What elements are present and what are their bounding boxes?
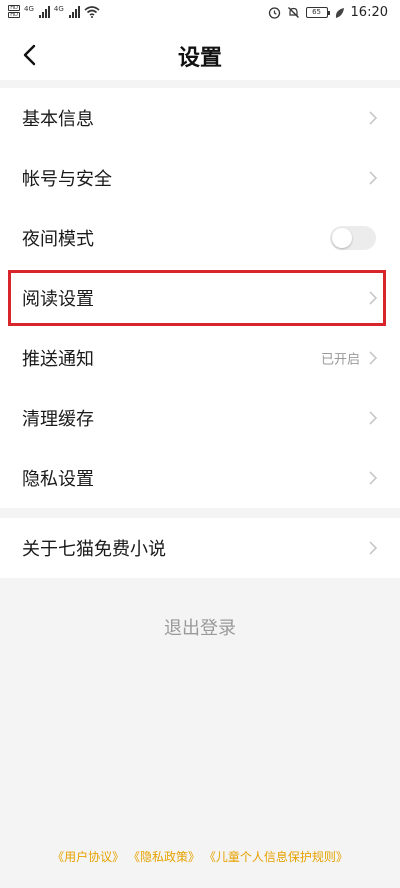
- chevron-right-icon: [369, 111, 378, 125]
- setting-push-notifications[interactable]: 推送通知 已开启: [0, 328, 400, 388]
- chevron-right-icon: [369, 351, 378, 365]
- signal1-label: 4G: [24, 5, 34, 13]
- setting-reading[interactable]: 阅读设置: [0, 268, 400, 328]
- nav-header: 设置: [0, 28, 400, 80]
- signal2-icon: [68, 5, 80, 18]
- chevron-right-icon: [369, 291, 378, 305]
- setting-label: 关于七猫免费小说: [22, 539, 166, 560]
- setting-about[interactable]: 关于七猫免费小说: [0, 518, 400, 578]
- child-privacy-link[interactable]: 《儿童个人信息保护规则》: [204, 850, 348, 864]
- status-time: 16:20: [350, 5, 388, 20]
- leaf-icon: [335, 7, 344, 18]
- setting-label: 推送通知: [22, 349, 94, 370]
- sim2-icon: HD: [8, 12, 20, 18]
- setting-label: 阅读设置: [22, 289, 94, 310]
- footer-links: 《用户协议》 《隐私政策》 《儿童个人信息保护规则》: [0, 848, 400, 865]
- chevron-right-icon: [369, 471, 378, 485]
- page-title: 设置: [177, 46, 222, 71]
- sim-indicators: HD HD: [8, 5, 20, 18]
- chevron-right-icon: [369, 411, 378, 425]
- status-left: HD HD 4G 4G: [8, 5, 100, 18]
- setting-clear-cache[interactable]: 清理缓存: [0, 388, 400, 448]
- setting-value: 已开启: [320, 352, 360, 368]
- settings-group-about: 关于七猫免费小说: [0, 518, 400, 578]
- status-right: 65 16:20: [268, 5, 388, 20]
- privacy-policy-link[interactable]: 《隐私政策》: [128, 850, 200, 864]
- setting-basic-info[interactable]: 基本信息: [0, 88, 400, 148]
- mute-icon: [287, 7, 299, 18]
- setting-account-security[interactable]: 帐号与安全: [0, 148, 400, 208]
- setting-privacy[interactable]: 隐私设置: [0, 448, 400, 508]
- alarm-icon: [268, 7, 280, 19]
- section-gap: [0, 80, 400, 88]
- signal1-icon: [38, 5, 50, 18]
- signal2-label: 4G: [53, 5, 64, 13]
- night-mode-toggle[interactable]: [330, 226, 376, 250]
- setting-night-mode: 夜间模式: [0, 208, 400, 268]
- wifi-icon: [84, 5, 100, 18]
- toggle-knob: [332, 228, 352, 248]
- chevron-right-icon: [369, 541, 378, 555]
- battery-icon: 65: [305, 7, 330, 18]
- setting-label: 帐号与安全: [22, 169, 112, 190]
- settings-group-main: 基本信息 帐号与安全 夜间模式 阅读设置 推送通知 已开启 清理缓存 隐私设置: [0, 88, 400, 508]
- setting-label: 基本信息: [22, 109, 94, 130]
- setting-label: 夜间模式: [22, 229, 94, 250]
- chevron-right-icon: [369, 171, 378, 185]
- user-agreement-link[interactable]: 《用户协议》: [52, 850, 124, 864]
- logout-button[interactable]: 退出登录: [0, 578, 400, 676]
- setting-label: 隐私设置: [22, 469, 94, 490]
- sim1-icon: HD: [8, 5, 20, 11]
- status-bar: HD HD 4G 4G 65 16:20: [0, 0, 400, 28]
- setting-label: 清理缓存: [22, 409, 94, 430]
- section-gap: [0, 508, 400, 518]
